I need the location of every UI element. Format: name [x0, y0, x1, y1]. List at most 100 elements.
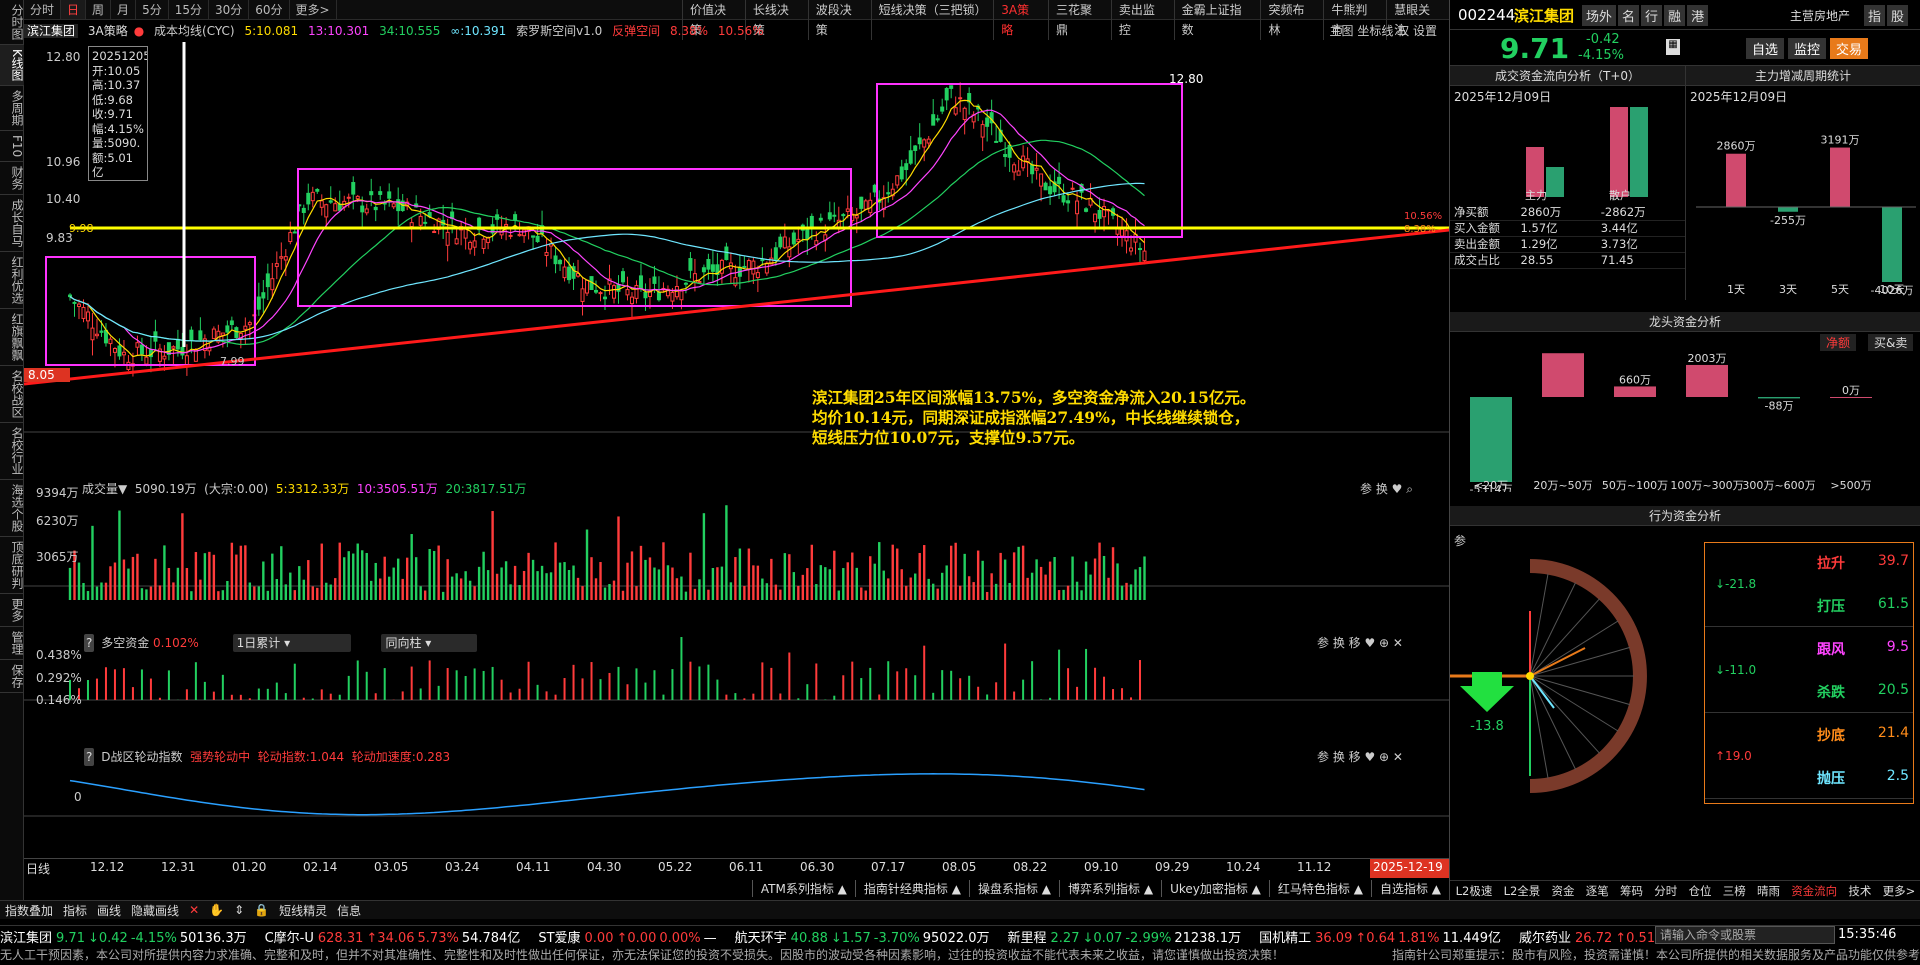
- ticker-item[interactable]: C摩尔-U 628.31 ↑34.06 5.73% 54.784亿: [265, 927, 521, 946]
- period-tab[interactable]: 15分: [169, 0, 209, 19]
- volume-title[interactable]: 成交量▼: [82, 482, 127, 496]
- strategy-label[interactable]: 3A策略: [88, 24, 128, 38]
- command-input[interactable]: 请输入命令或股票: [1655, 926, 1835, 944]
- stock-tag[interactable]: 名: [1618, 5, 1640, 26]
- left-tab-item[interactable]: 成长自马: [0, 195, 24, 253]
- period-tab[interactable]: 月: [111, 0, 137, 19]
- bottom-tool-icon[interactable]: 🔒: [249, 903, 274, 917]
- period-tab[interactable]: 日: [61, 0, 87, 19]
- bottom-tool[interactable]: 指标: [58, 902, 92, 919]
- period-tab[interactable]: 分时: [24, 0, 62, 19]
- left-tab-item[interactable]: 多周期: [0, 86, 24, 131]
- indicator-group[interactable]: 自选指标 ▲: [1370, 879, 1449, 897]
- left-tab-item[interactable]: 红利优选: [0, 252, 24, 310]
- right-tab[interactable]: 晴雨: [1757, 883, 1780, 899]
- left-tab-item[interactable]: K线图: [0, 45, 24, 86]
- left-tab-item[interactable]: 顶底研判: [0, 537, 24, 595]
- x-axis-label[interactable]: 日线: [26, 860, 50, 877]
- indicator-group[interactable]: ATM系列指标 ▲: [751, 879, 855, 897]
- stock-tool[interactable]: 股: [1887, 5, 1909, 26]
- indicator-group[interactable]: 博弈系列指标 ▲: [1059, 879, 1161, 897]
- dragon-tab[interactable]: 净额: [1820, 334, 1857, 351]
- left-tab-item[interactable]: 名校行业: [0, 423, 24, 481]
- help-icon[interactable]: ?: [84, 634, 95, 652]
- right-tab[interactable]: 技术: [1848, 883, 1871, 899]
- left-tab-item[interactable]: 更多: [0, 594, 24, 628]
- period-tab[interactable]: 30分: [209, 0, 250, 19]
- left-tab-item[interactable]: 名校战区: [0, 366, 24, 424]
- money-tools[interactable]: 参 换 移 ♥ ⊕ ✕: [1317, 634, 1403, 652]
- left-tab-item[interactable]: 管理: [0, 627, 24, 661]
- volume-m5: 5:3312.33万: [275, 482, 350, 496]
- stock-button[interactable]: 自选: [1746, 38, 1785, 59]
- right-tab[interactable]: 分时: [1654, 883, 1677, 899]
- stock-tag[interactable]: 场外: [1582, 5, 1617, 26]
- period-tab[interactable]: 周: [86, 0, 112, 19]
- stock-button[interactable]: 交易: [1830, 38, 1869, 59]
- bottom-tool-icon[interactable]: ✕: [184, 903, 204, 917]
- dragon-tab[interactable]: 买&卖: [1868, 334, 1914, 351]
- right-tab[interactable]: L2全景: [1504, 883, 1541, 899]
- indicator-name[interactable]: 索罗斯空间v1.0: [516, 24, 602, 38]
- bottom-tool[interactable]: 隐藏画线: [126, 902, 184, 919]
- right-tab[interactable]: 更多>: [1883, 883, 1916, 899]
- calendar-icon[interactable]: ▦: [1666, 39, 1680, 55]
- accum-select[interactable]: 1日累计 ▾: [232, 634, 351, 652]
- left-tab-item[interactable]: F10: [0, 131, 24, 163]
- left-tab-item[interactable]: 分时图: [0, 0, 24, 45]
- right-tab[interactable]: 资金: [1552, 883, 1575, 899]
- volume-bar: [347, 551, 350, 600]
- bottom-tool[interactable]: 画线: [92, 902, 126, 919]
- candle-body: [809, 215, 814, 229]
- indicator-group[interactable]: 操盘系指标 ▲: [968, 879, 1059, 897]
- indicator-group[interactable]: 红马特色指标 ▲: [1268, 879, 1371, 897]
- right-tab[interactable]: 资金流向: [1791, 883, 1837, 899]
- volume-bar: [185, 568, 189, 600]
- indicator-group[interactable]: 指南针经典指标 ▲: [854, 879, 969, 897]
- period-tab[interactable]: 60分: [249, 0, 290, 19]
- ticker-item[interactable]: 国机精工 36.09 ↑0.64 1.81% 11.449亿: [1259, 927, 1501, 946]
- ma-label[interactable]: 成本均线(CYC): [154, 24, 235, 38]
- left-tab-item[interactable]: 红旗飘飘: [0, 309, 24, 367]
- left-tab-bar: 分时图 K线图 多周期 F10 财务 成长自马 红利优选 红旗飘飘 名校战区 名校行业 海选个股 顶底…: [0, 0, 24, 900]
- bar-select[interactable]: 同向柱 ▾: [381, 634, 478, 652]
- bottom-tool-icon[interactable]: ⇕: [229, 903, 249, 917]
- volume-tools[interactable]: 参 换 ♥ ⌕: [1360, 480, 1413, 498]
- ticker-item[interactable]: 新里程 2.27 ↓0.07 -2.99% 21238.1万: [1008, 927, 1242, 946]
- right-tab[interactable]: L2极速: [1456, 883, 1493, 899]
- period-tab[interactable]: 5分: [136, 0, 169, 19]
- chart-controls[interactable]: 主图 坐标线 权 设置: [1330, 20, 1437, 42]
- stock-tool[interactable]: 指: [1864, 5, 1886, 26]
- bottom-tool[interactable]: 短线精灵: [274, 902, 332, 919]
- money-bar: [284, 693, 287, 700]
- left-tab-item[interactable]: 财务: [0, 162, 24, 196]
- right-tab[interactable]: 逐笔: [1586, 883, 1609, 899]
- right-tab[interactable]: 三榜: [1723, 883, 1746, 899]
- left-tab-item[interactable]: 海选个股: [0, 480, 24, 538]
- stock-button[interactable]: 监控: [1788, 38, 1827, 59]
- volume-bar: [914, 573, 917, 600]
- stock-tag[interactable]: 融: [1664, 5, 1686, 26]
- left-tab-item[interactable]: 保存: [0, 660, 24, 694]
- bottom-tool[interactable]: 指数叠加: [0, 902, 58, 919]
- ticker-item[interactable]: 航天环宇 40.88 ↓1.57 -3.70% 95022.0万: [735, 927, 990, 946]
- help-icon-2[interactable]: ?: [84, 748, 95, 766]
- volume-bar: [594, 578, 598, 600]
- bottom-tool-icon[interactable]: ✋: [204, 903, 229, 917]
- period-tab[interactable]: 更多>: [290, 0, 337, 19]
- ticker-item[interactable]: ST爱康 0.00 ↑0.00 0.00% —: [538, 927, 716, 946]
- bottom-tool[interactable]: 信息: [332, 902, 366, 919]
- ticker-item[interactable]: 滨江集团 9.71 ↓0.42 -4.15% 50136.3万: [0, 927, 247, 946]
- dragon-value: 2003万: [1688, 352, 1727, 365]
- rotation-tools[interactable]: 参 换 移 ♥ ⊕ ✕: [1317, 748, 1403, 766]
- behavior-legend-name: 杀跌: [1817, 685, 1845, 701]
- stock-tag[interactable]: 港: [1687, 5, 1709, 26]
- volume-bar: [1138, 567, 1142, 600]
- right-tab[interactable]: 筹码: [1620, 883, 1643, 899]
- low-label: 7.99: [220, 355, 245, 368]
- right-tab[interactable]: 仓位: [1688, 883, 1711, 899]
- indicator-group[interactable]: Ukey加密指标 ▲: [1161, 879, 1269, 897]
- volume-bar: [842, 568, 845, 600]
- stock-tag[interactable]: 行: [1641, 5, 1663, 26]
- ticker-item[interactable]: 威尔药业 26.72 ↑0.51: [1519, 927, 1661, 946]
